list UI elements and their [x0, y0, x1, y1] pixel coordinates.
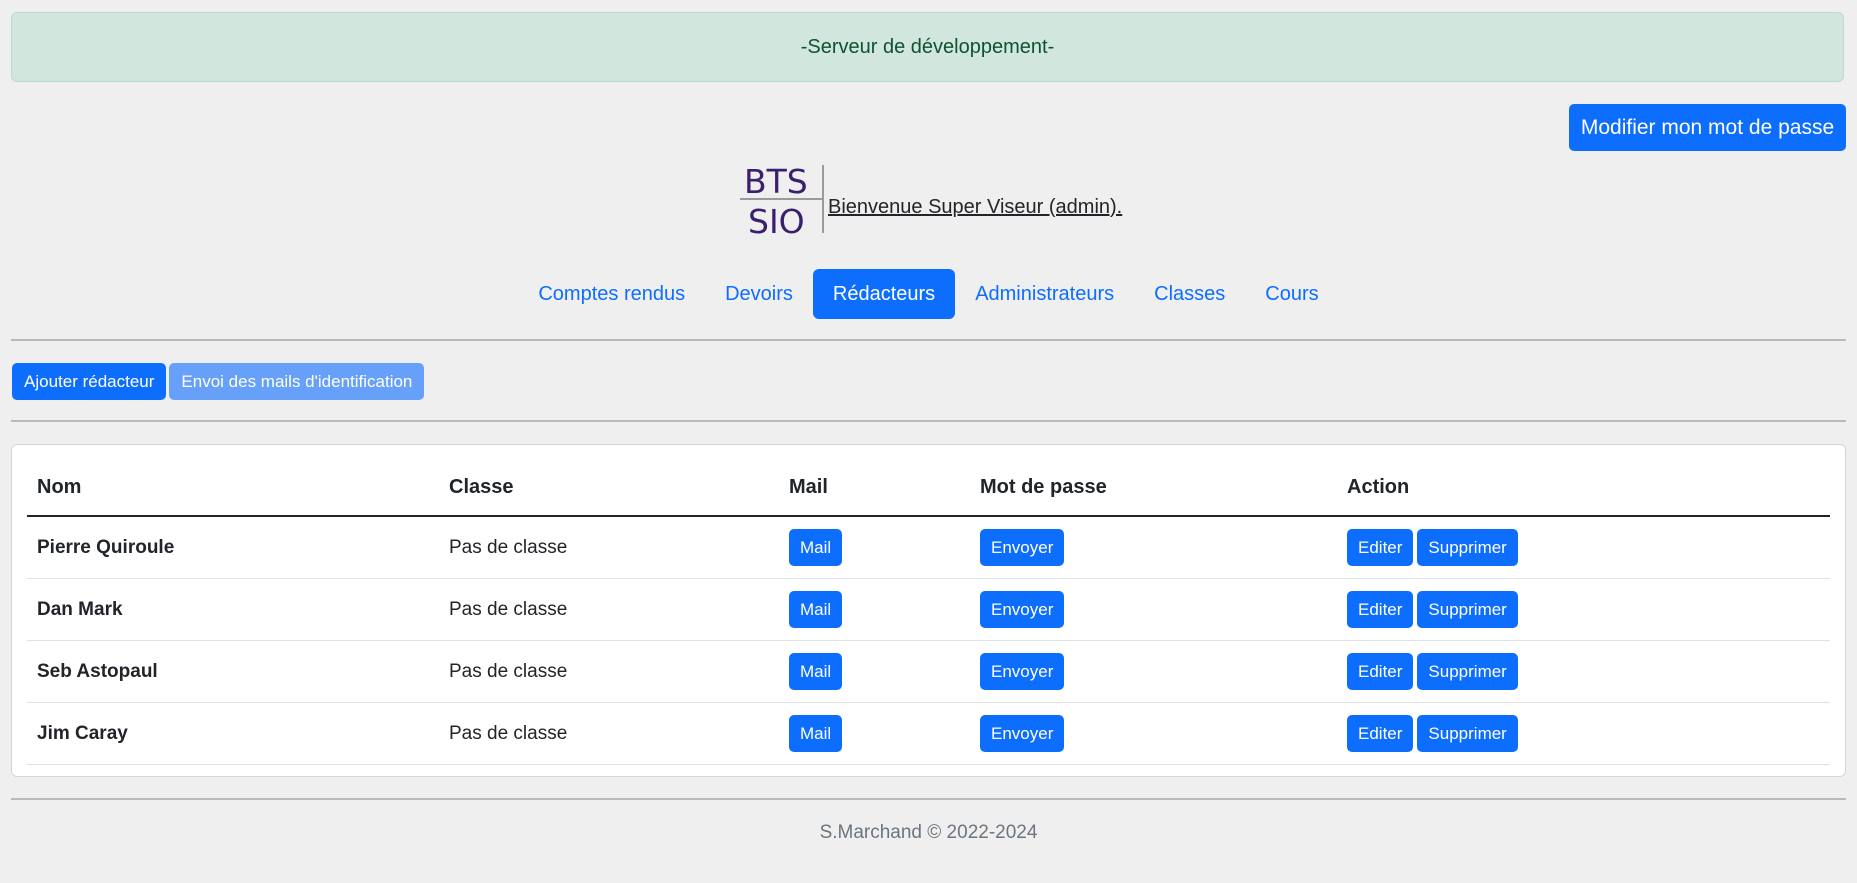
- toolbar: Ajouter rédacteur Envoi des mails d'iden…: [12, 363, 425, 400]
- change-password-button[interactable]: Modifier mon mot de passe: [1569, 104, 1846, 151]
- delete-button[interactable]: Supprimer: [1417, 591, 1518, 628]
- row-name: Seb Astopaul: [27, 640, 439, 703]
- bts-sio-logo: BTS SIO: [736, 161, 826, 241]
- table-row: Pierre Quiroule Pas de classe Mail Envoy…: [27, 516, 1830, 579]
- row-actions: Editer Supprimer: [1347, 529, 1820, 566]
- nav-cours[interactable]: Cours: [1245, 269, 1338, 319]
- add-redacteur-button[interactable]: Ajouter rédacteur: [12, 363, 167, 400]
- dev-server-text: -Serveur de développement-: [800, 35, 1055, 58]
- table-header-row: Nom Classe Mail Mot de passe Action: [27, 459, 1830, 517]
- delete-button[interactable]: Supprimer: [1417, 653, 1518, 690]
- row-name: Jim Caray: [27, 702, 439, 765]
- nav-comptes-rendus[interactable]: Comptes rendus: [518, 269, 705, 319]
- row-actions: Editer Supprimer: [1347, 715, 1820, 752]
- send-password-button[interactable]: Envoyer: [980, 591, 1065, 628]
- nav-devoirs[interactable]: Devoirs: [705, 269, 813, 319]
- edit-button[interactable]: Editer: [1347, 715, 1414, 752]
- row-name: Pierre Quiroule: [27, 516, 439, 579]
- edit-button[interactable]: Editer: [1347, 591, 1414, 628]
- nav-classes[interactable]: Classes: [1134, 269, 1245, 319]
- header-action: Action: [1337, 459, 1830, 517]
- nav-administrateurs[interactable]: Administrateurs: [955, 269, 1134, 319]
- send-password-button[interactable]: Envoyer: [980, 715, 1065, 752]
- welcome-link[interactable]: Bienvenue Super Viseur (admin).: [828, 196, 1122, 219]
- dev-server-banner: -Serveur de développement-: [11, 12, 1844, 82]
- logo-line1: BTS: [744, 162, 808, 201]
- send-identification-mails-button[interactable]: Envoi des mails d'identification: [169, 363, 425, 400]
- row-actions: Editer Supprimer: [1347, 591, 1820, 628]
- mail-button[interactable]: Mail: [789, 653, 843, 690]
- nav-redacteurs[interactable]: Rédacteurs: [812, 269, 956, 319]
- row-class: Pas de classe: [439, 640, 779, 703]
- mail-button[interactable]: Mail: [789, 529, 843, 566]
- redacteurs-card: Nom Classe Mail Mot de passe Action Pier…: [11, 444, 1846, 777]
- edit-button[interactable]: Editer: [1347, 653, 1414, 690]
- header-mot-de-passe: Mot de passe: [970, 459, 1337, 517]
- table-row: Dan Mark Pas de classe Mail Envoyer Edit…: [27, 578, 1830, 641]
- mail-button[interactable]: Mail: [789, 591, 843, 628]
- row-class: Pas de classe: [439, 516, 779, 579]
- divider: [11, 420, 1846, 422]
- redacteurs-table: Nom Classe Mail Mot de passe Action Pier…: [27, 459, 1830, 765]
- divider: [11, 798, 1846, 800]
- main-nav: Comptes rendus Devoirs Rédacteurs Admini…: [0, 269, 1857, 319]
- divider: [11, 339, 1846, 341]
- row-actions: Editer Supprimer: [1347, 653, 1820, 690]
- header-nom: Nom: [27, 459, 439, 517]
- logo-line2: SIO: [748, 202, 805, 237]
- row-class: Pas de classe: [439, 702, 779, 765]
- footer-copyright: S.Marchand © 2022-2024: [819, 822, 1038, 843]
- delete-button[interactable]: Supprimer: [1417, 715, 1518, 752]
- table-row: Jim Caray Pas de classe Mail Envoyer Edi…: [27, 702, 1830, 765]
- send-password-button[interactable]: Envoyer: [980, 653, 1065, 690]
- header-mail: Mail: [779, 459, 970, 517]
- header-classe: Classe: [439, 459, 779, 517]
- delete-button[interactable]: Supprimer: [1417, 529, 1518, 566]
- table-row: Seb Astopaul Pas de classe Mail Envoyer …: [27, 640, 1830, 703]
- header-brand: BTS SIO Bienvenue Super Viseur (admin).: [736, 160, 1122, 241]
- row-name: Dan Mark: [27, 578, 439, 641]
- edit-button[interactable]: Editer: [1347, 529, 1414, 566]
- send-password-button[interactable]: Envoyer: [980, 529, 1065, 566]
- row-class: Pas de classe: [439, 578, 779, 641]
- mail-button[interactable]: Mail: [789, 715, 843, 752]
- footer: S.Marchand © 2022-2024: [0, 822, 1857, 844]
